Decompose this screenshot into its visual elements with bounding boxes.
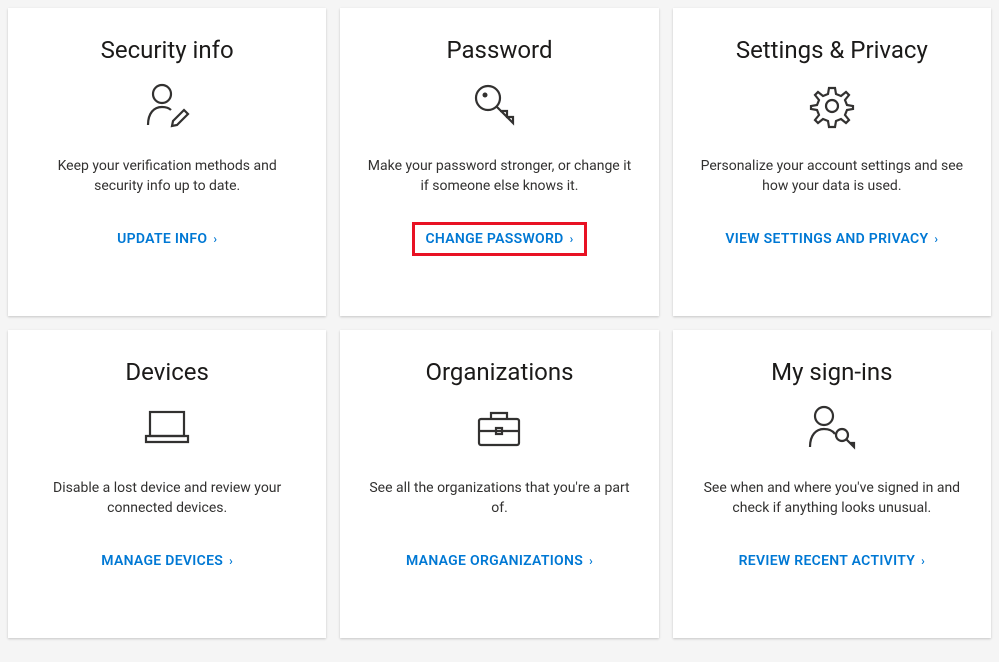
view-settings-privacy-link[interactable]: VIEW SETTINGS AND PRIVACY › [715,225,948,253]
card-description: Disable a lost device and review your co… [32,478,302,519]
card-my-signins: My sign-ins See when and where you've si… [673,330,991,638]
card-title: Password [446,36,552,64]
chevron-right-icon: › [570,232,574,246]
card-title: Security info [101,36,234,64]
chevron-right-icon: › [213,232,217,246]
chevron-right-icon: › [589,554,593,568]
chevron-right-icon: › [921,554,925,568]
card-description: See when and where you've signed in and … [697,478,967,519]
briefcase-icon [471,400,527,456]
laptop-icon [138,400,196,456]
card-title: Devices [125,358,208,386]
card-title: Organizations [425,358,573,386]
update-info-link[interactable]: UPDATE INFO › [107,225,227,253]
card-settings-privacy: Settings & Privacy Personalize your acco… [673,8,991,316]
card-organizations: Organizations See all the organizations … [340,330,658,638]
key-icon [471,78,527,134]
card-title: Settings & Privacy [736,36,928,64]
change-password-link[interactable]: CHANGE PASSWORD › [415,225,583,253]
link-label: UPDATE INFO [117,231,207,247]
gear-icon [805,78,859,134]
link-label: MANAGE DEVICES [101,553,223,569]
link-label: VIEW SETTINGS AND PRIVACY [725,231,928,247]
card-description: Keep your verification methods and secur… [32,156,302,197]
card-password: Password Make your password stronger, or… [340,8,658,316]
chevron-right-icon: › [229,554,233,568]
manage-devices-link[interactable]: MANAGE DEVICES › [91,547,243,575]
chevron-right-icon: › [934,232,938,246]
person-key-icon [804,400,860,456]
review-recent-activity-link[interactable]: REVIEW RECENT ACTIVITY › [729,547,935,575]
manage-organizations-link[interactable]: MANAGE ORGANIZATIONS › [396,547,603,575]
link-label: CHANGE PASSWORD [425,231,563,247]
card-devices: Devices Disable a lost device and review… [8,330,326,638]
link-label: REVIEW RECENT ACTIVITY [739,553,916,569]
card-description: Personalize your account settings and se… [697,156,967,197]
account-cards-grid: Security info Keep your verification met… [8,8,991,638]
link-label: MANAGE ORGANIZATIONS [406,553,583,569]
card-security-info: Security info Keep your verification met… [8,8,326,316]
person-edit-icon [140,78,194,134]
card-description: Make your password stronger, or change i… [364,156,634,197]
card-description: See all the organizations that you're a … [364,478,634,519]
card-title: My sign-ins [771,358,892,386]
